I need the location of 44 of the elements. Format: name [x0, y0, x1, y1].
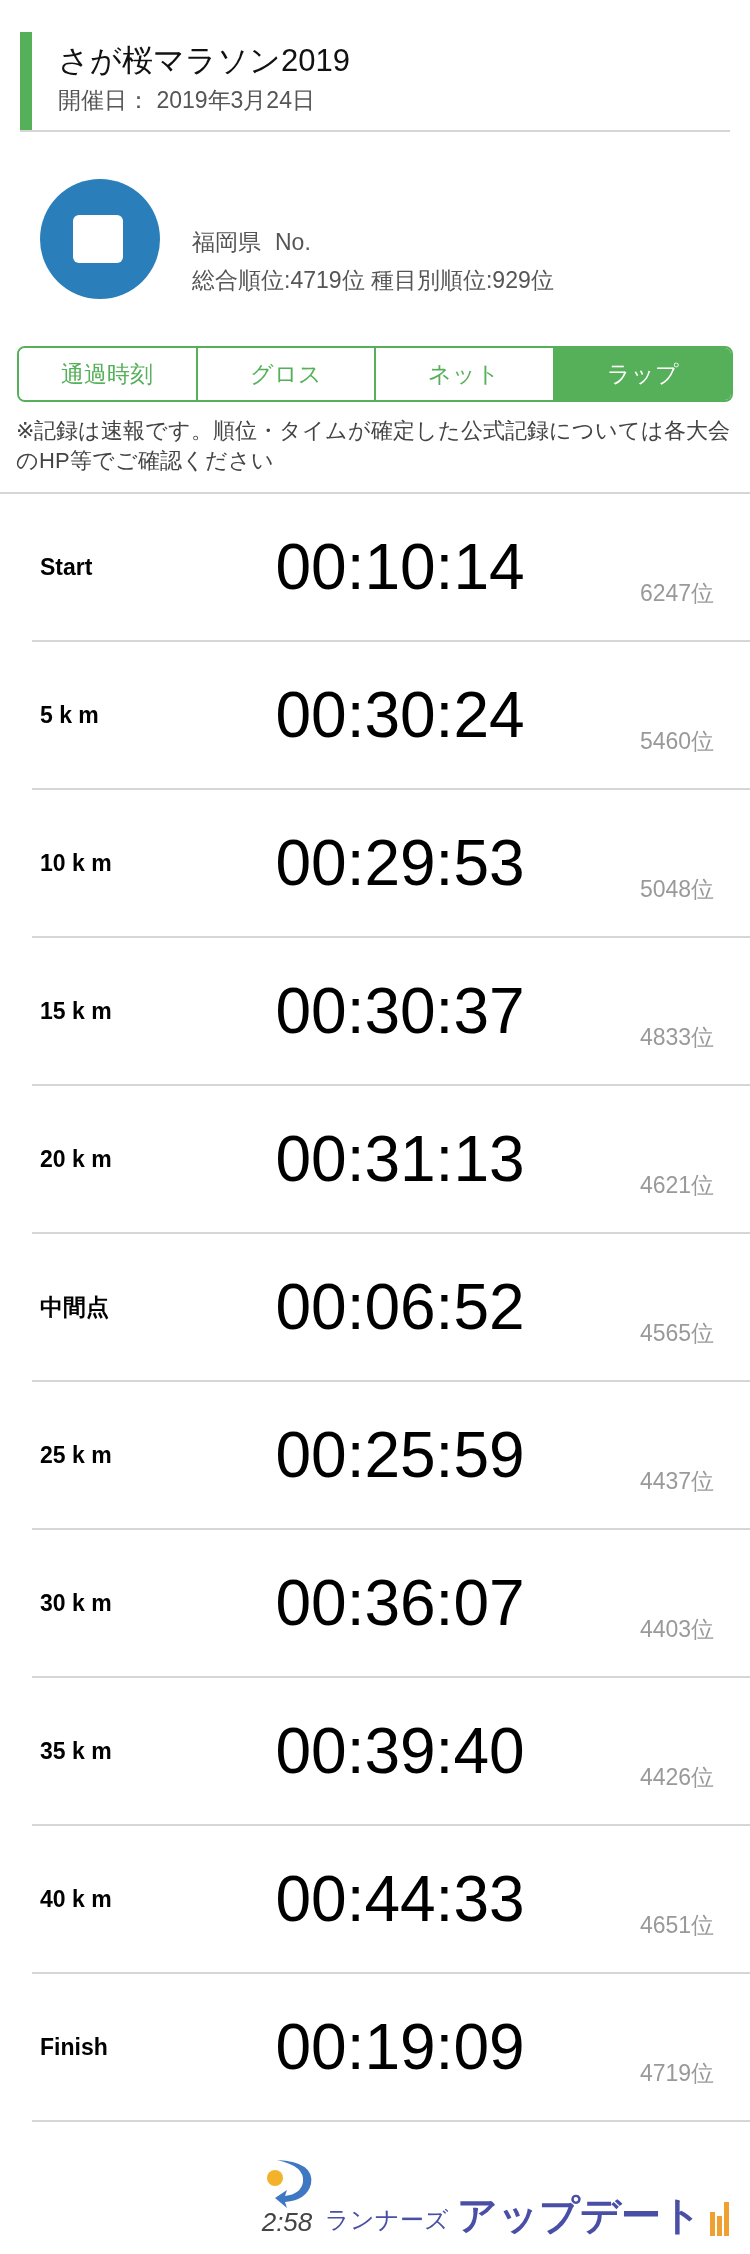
split-rank: 4403位	[640, 1614, 715, 1644]
split-rank: 4565位	[640, 1318, 715, 1348]
split-rank: 4437位	[640, 1466, 715, 1496]
split-label: 30 k m	[39, 1589, 113, 1617]
split-rank: 5048位	[640, 874, 715, 904]
split-time: 00:30:24	[274, 678, 526, 752]
split-time: 00:06:52	[274, 1270, 526, 1344]
split-label: 25 k m	[39, 1441, 113, 1469]
split-time: 00:10:14	[274, 530, 526, 604]
split-time: 00:31:13	[274, 1122, 526, 1196]
split-rank: 5460位	[640, 726, 715, 756]
bars-icon	[710, 2202, 730, 2236]
split-label: 35 k m	[39, 1737, 113, 1765]
logo-clock: 2:58	[261, 2208, 313, 2236]
split-label: Start	[39, 553, 94, 581]
split-rank: 4621位	[640, 1170, 715, 1200]
split-time: 00:29:53	[274, 826, 526, 900]
split-label: 10 k m	[39, 849, 113, 877]
split-rank: 4833位	[640, 1022, 715, 1052]
split-label: Finish	[39, 2033, 109, 2061]
split-rank: 4719位	[640, 2058, 715, 2088]
split-rank: 4651位	[640, 1910, 715, 1940]
bib-number: No.	[275, 229, 311, 255]
logo-name: アップデート	[457, 2194, 702, 2236]
race-title: さが桜マラソン2019	[58, 42, 350, 80]
split-time: 00:39:40	[274, 1714, 526, 1788]
notice-text: ※記録は速報です。順位・タイムが確定した公式記録については各大会のHP等でご確認ください	[0, 402, 750, 494]
split-label: 5 k m	[39, 701, 100, 729]
rank-summary: 総合順位:4719位 種目別順位:929位	[192, 266, 554, 295]
split-rank: 6247位	[640, 578, 715, 608]
split-rank: 4426位	[640, 1762, 715, 1792]
split-time: 00:30:37	[274, 974, 526, 1048]
split-time: 00:19:09	[274, 2010, 526, 2084]
split-time: 00:44:33	[274, 1862, 526, 1936]
split-label: 15 k m	[39, 997, 113, 1025]
logo-tagline: ランナーズ	[325, 2205, 449, 2235]
split-time: 00:36:07	[274, 1566, 526, 1640]
split-time: 00:25:59	[274, 1418, 526, 1492]
prefecture: 福岡県	[192, 229, 261, 255]
split-label: 中間点	[39, 1292, 110, 1322]
split-label: 20 k m	[39, 1145, 113, 1173]
tab[interactable]: ラップ	[552, 348, 731, 400]
race-date: 開催日： 2019年3月24日	[58, 86, 316, 115]
split-label: 40 k m	[39, 1885, 113, 1913]
